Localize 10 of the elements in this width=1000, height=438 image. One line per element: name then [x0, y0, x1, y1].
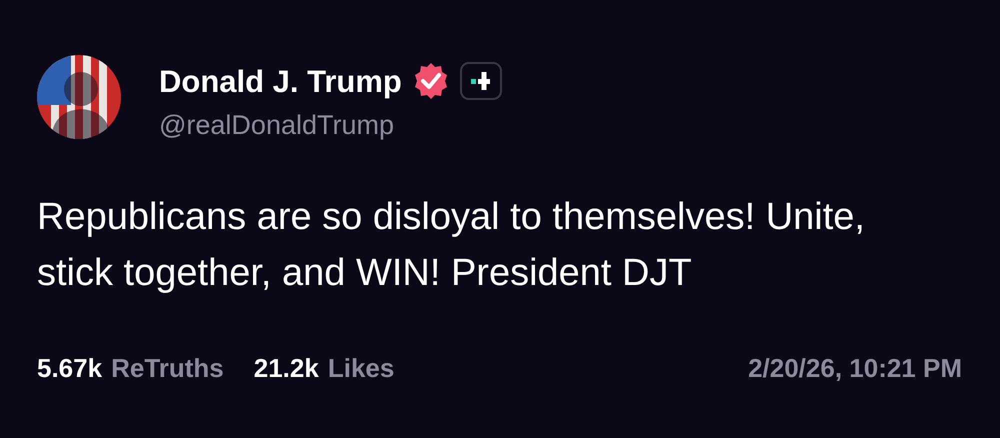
author-handle[interactable]: @realDonaldTrump [159, 105, 502, 145]
author-name[interactable]: Donald J. Trump [159, 66, 402, 96]
stat-count: 5.67k [37, 352, 102, 385]
plus-icon [470, 71, 491, 91]
post-timestamp: 2/20/26, 10:21 PM [748, 352, 962, 385]
stat-label[interactable]: Likes [328, 349, 394, 388]
stat-label[interactable]: ReTruths [111, 349, 224, 388]
follow-button[interactable] [460, 62, 502, 100]
stat-count: 21.2k [254, 352, 319, 385]
post-text: Republicans are so disloyal to themselves! Unite, stick together, and WIN! President DJT [37, 195, 866, 296]
